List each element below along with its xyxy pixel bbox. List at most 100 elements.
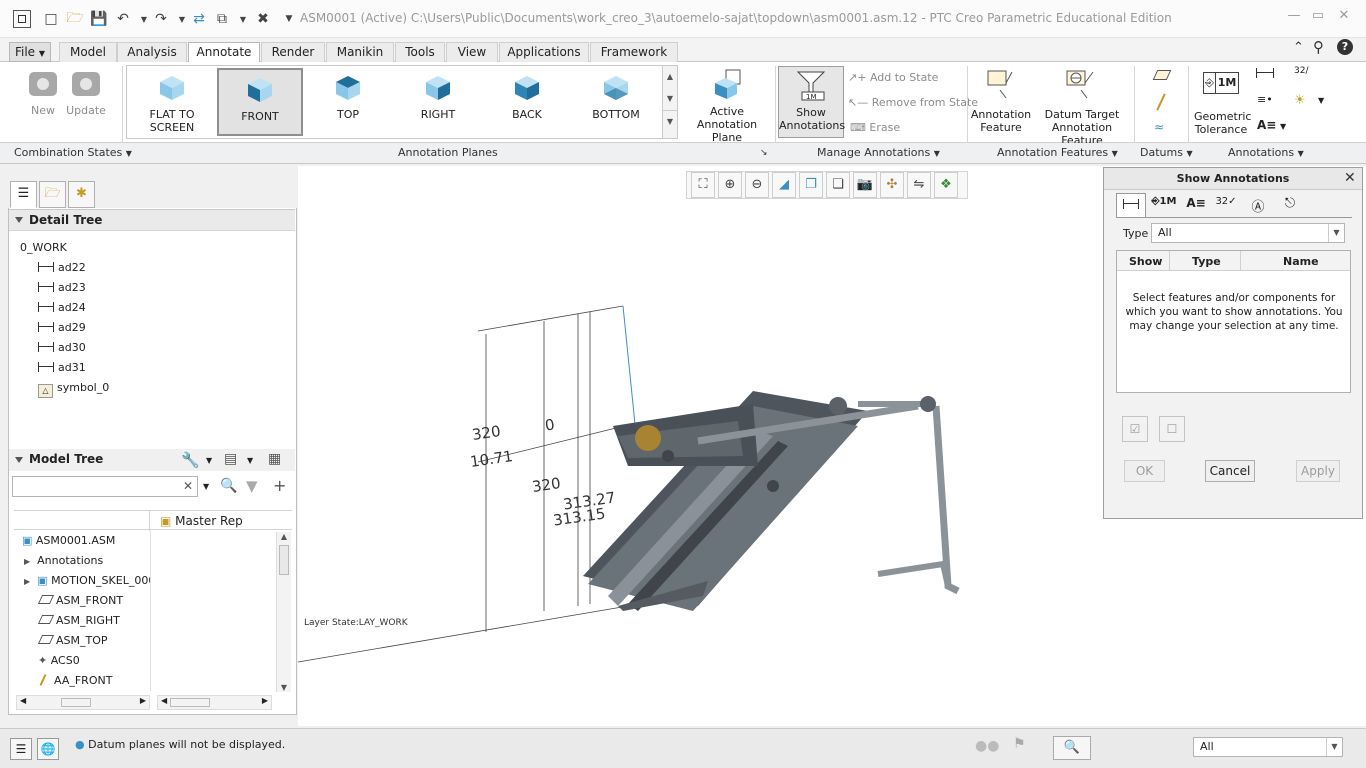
refit-icon[interactable]: ⛶ xyxy=(691,172,715,198)
tab-view[interactable]: View xyxy=(446,42,498,62)
symbol-icon[interactable]: ☀ xyxy=(1294,93,1306,108)
view-manager-icon[interactable]: 📷 xyxy=(853,172,877,198)
plane-bottom[interactable]: BOTTOM xyxy=(573,68,659,136)
master-rep-column[interactable]: ▣ Master Rep xyxy=(160,514,243,528)
undo-icon[interactable]: ↶ xyxy=(114,10,132,28)
ok-button[interactable]: OK xyxy=(1124,460,1165,482)
group-combination-states[interactable]: Combination States ▼ xyxy=(14,143,132,164)
save-icon[interactable]: 💾 xyxy=(90,10,108,28)
dimension-icon[interactable] xyxy=(1256,68,1274,78)
add-icon[interactable]: + xyxy=(273,476,286,495)
type-column[interactable]: Type xyxy=(1192,255,1221,268)
table-row[interactable]: ASM_TOP xyxy=(37,632,108,650)
group-launcher-icon[interactable]: ↘ xyxy=(760,143,768,164)
detail-tree-root[interactable]: 0_WORK xyxy=(20,239,67,257)
table-row[interactable]: AA_FRONT xyxy=(39,672,112,690)
navigator-toggle-icon[interactable]: ☰ xyxy=(10,738,32,760)
detail-tree-header[interactable]: Detail Tree xyxy=(9,209,295,231)
active-annotation-plane-button[interactable]: Active Annotation Plane xyxy=(683,67,771,144)
surface-finish-tab-icon[interactable]: 32✓ xyxy=(1212,196,1240,216)
redo-dropdown-icon[interactable]: ▼ xyxy=(173,10,191,28)
tab-model[interactable]: Model xyxy=(59,42,117,62)
tab-render[interactable]: Render xyxy=(261,42,325,62)
saved-orientations-icon[interactable]: ❏ xyxy=(826,172,850,198)
minimize-icon[interactable]: — xyxy=(1282,8,1306,30)
zoom-in-icon[interactable]: ⊕ xyxy=(718,172,742,198)
datum-target-annotation-feature-button[interactable]: Datum Target Annotation Feature xyxy=(1033,68,1131,147)
gtol-tab-icon[interactable]: ⎆1M xyxy=(1150,196,1178,216)
list-item[interactable]: ad29 xyxy=(38,319,86,337)
table-row[interactable]: ▶ ▣ MOTION_SKEL_000 xyxy=(24,572,150,590)
group-annotation-features[interactable]: Annotation Features ▼ xyxy=(997,143,1118,164)
app-menu-icon[interactable] xyxy=(13,10,31,28)
close-window-icon[interactable]: ✖ xyxy=(254,10,272,28)
new-combination-button[interactable]: New xyxy=(25,70,61,117)
tab-manikin[interactable]: Manikin xyxy=(326,42,394,62)
vertical-scrollbar[interactable]: ▲ ▼ xyxy=(276,532,291,692)
tree-settings-dropdown-icon[interactable]: ▼ xyxy=(206,456,212,465)
table-row[interactable]: ▣ ASM0001.ASM xyxy=(22,532,115,550)
clear-search-icon[interactable]: ✕ xyxy=(183,479,193,493)
list-item[interactable]: △ symbol_0 xyxy=(38,379,109,398)
deselect-all-icon[interactable]: ☐ xyxy=(1159,416,1185,442)
group-manage-annotations[interactable]: Manage Annotations ▼ xyxy=(817,143,940,164)
annotation-display-icon[interactable]: ⇋ xyxy=(907,172,931,198)
tab-annotate[interactable]: Annotate xyxy=(188,42,260,63)
undo-dropdown-icon[interactable]: ▼ xyxy=(135,10,153,28)
note-icon[interactable]: A≡ xyxy=(1257,118,1276,132)
search-icon[interactable]: ⚲ xyxy=(1313,38,1324,56)
select-all-icon[interactable]: ☑ xyxy=(1122,416,1148,442)
customize-toolbar-icon[interactable]: ▼ xyxy=(280,10,298,28)
new-file-icon[interactable]: □ xyxy=(42,10,60,28)
note-dropdown-icon[interactable]: ▼ xyxy=(1280,122,1286,131)
group-datums[interactable]: Datums ▼ xyxy=(1140,143,1193,164)
regenerate-icon[interactable]: ⇄ xyxy=(190,10,208,28)
list-item[interactable]: ad30 xyxy=(38,339,86,357)
windows-dropdown-icon[interactable]: ▼ xyxy=(234,10,252,28)
remove-from-state-button[interactable]: ↖— Remove from State xyxy=(848,96,978,109)
tree-columns-icon[interactable]: ▦ xyxy=(268,451,281,467)
add-to-state-button[interactable]: ↗+ Add to State xyxy=(848,71,938,84)
find-icon[interactable]: 🔍 xyxy=(1053,736,1091,760)
tab-file[interactable]: File ▼ xyxy=(9,42,51,62)
collapse-ribbon-icon[interactable]: ⌃ xyxy=(1293,40,1304,55)
annotation-feature-button[interactable]: Annotation Feature xyxy=(970,68,1032,134)
apply-button[interactable]: Apply xyxy=(1296,460,1340,482)
zoom-out-icon[interactable]: ⊖ xyxy=(745,172,769,198)
help-icon[interactable]: ? xyxy=(1337,39,1353,55)
expand-icon[interactable]: ▶ xyxy=(24,577,30,586)
redo-icon[interactable]: ↷ xyxy=(152,10,170,28)
tree-show-dropdown-icon[interactable]: ▼ xyxy=(247,456,253,465)
show-column[interactable]: Show xyxy=(1129,255,1162,268)
table-row[interactable]: ASM_RIGHT xyxy=(37,612,120,630)
windows-icon[interactable]: ⧉ xyxy=(213,10,231,28)
plane-top[interactable]: TOP xyxy=(305,68,391,136)
note-tab-icon[interactable]: A≡ xyxy=(1182,196,1210,216)
gallery-scroller[interactable]: ▲ ▼ ▼ xyxy=(662,66,677,138)
tab-applications[interactable]: Applications xyxy=(499,42,589,62)
reference-dimension-icon[interactable]: ≡• xyxy=(1257,93,1273,106)
type-select[interactable]: All ▼ xyxy=(1151,223,1345,243)
tree-settings-icon[interactable]: 🔧 xyxy=(181,451,200,469)
show-annotations-button[interactable]: 1M Show Annotations xyxy=(778,66,845,138)
expand-icon[interactable]: ▶ xyxy=(24,557,30,566)
flag-icon[interactable]: ⚑ xyxy=(1013,736,1026,752)
list-item[interactable]: ad23 xyxy=(38,279,86,297)
selection-filter-select[interactable]: All ▼ xyxy=(1193,737,1343,757)
horizontal-scrollbar-left[interactable]: ◀ ▶ xyxy=(16,695,150,710)
maximize-icon[interactable]: ▭ xyxy=(1306,8,1330,30)
repaint-icon[interactable]: ◢ xyxy=(772,172,796,198)
open-folder-icon[interactable]: 🗁 xyxy=(66,10,84,28)
tab-tools[interactable]: Tools xyxy=(395,42,445,62)
name-column[interactable]: Name xyxy=(1283,255,1319,268)
geometric-tolerance-button[interactable]: ⎆ 1M Geometric Tolerance xyxy=(1194,68,1251,136)
tab-analysis[interactable]: Analysis xyxy=(117,42,187,62)
dialog-close-icon[interactable]: ✕ xyxy=(1344,170,1356,186)
table-row[interactable]: ▶ Annotations xyxy=(24,552,103,570)
plane-back[interactable]: BACK xyxy=(484,68,570,136)
spin-center-icon[interactable]: ❖ xyxy=(934,172,958,198)
update-combination-button[interactable]: Update xyxy=(64,70,108,117)
list-item[interactable]: ad22 xyxy=(38,259,86,277)
plane-front[interactable]: FRONT xyxy=(217,68,303,136)
erase-button[interactable]: ⌨ Erase xyxy=(850,121,900,134)
